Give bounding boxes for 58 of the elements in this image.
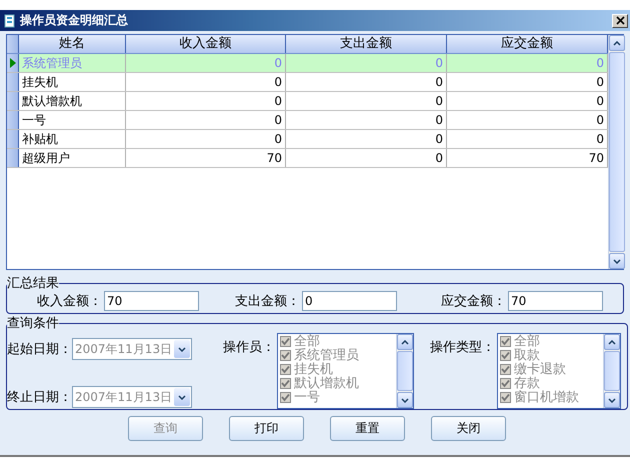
field-label: 支出金额：	[235, 292, 300, 310]
input-field[interactable]: 70	[104, 290, 199, 310]
close-button[interactable]	[612, 14, 628, 28]
table-cell: 补贴机	[19, 130, 126, 148]
group-title: 查询条件	[7, 315, 59, 332]
table-cell: 0	[286, 92, 447, 110]
dialog-button[interactable]: 打印	[229, 416, 304, 441]
scrollbar[interactable]	[396, 334, 413, 408]
field-label: 起始日期：	[7, 341, 72, 358]
field-label: 终止日期：	[7, 389, 72, 406]
caret-icon	[401, 398, 409, 402]
row-header[interactable]	[7, 73, 19, 91]
document-icon	[4, 14, 16, 28]
caret-icon	[613, 40, 621, 46]
scrollbar[interactable]	[603, 334, 620, 408]
caret-icon	[613, 258, 621, 264]
close-icon	[616, 16, 624, 25]
row-header[interactable]	[7, 54, 19, 72]
table-cell: 超级用户	[19, 149, 126, 167]
table-cell: 0	[126, 54, 286, 72]
table-cell: 0	[126, 92, 286, 110]
caret-icon	[178, 346, 186, 352]
table-cell: 70	[126, 149, 286, 167]
row-pointer-icon	[10, 58, 16, 68]
table-cell: 0	[126, 130, 286, 148]
column-header[interactable]: 收入金额	[126, 35, 286, 53]
column-header[interactable]: 支出金额	[286, 35, 447, 53]
scrollbar[interactable]	[608, 35, 625, 269]
table-cell: 0	[286, 54, 447, 72]
field-label: 操作类型：	[430, 339, 495, 357]
table-cell: 一号	[19, 111, 126, 129]
table-cell: 0	[286, 111, 447, 129]
input-field[interactable]: 0	[302, 290, 397, 310]
dialog-button[interactable]: 重置	[330, 416, 405, 441]
field-label: 收入金额：	[37, 292, 102, 310]
row-header[interactable]	[7, 130, 19, 148]
column-header[interactable]: 姓名	[19, 35, 126, 53]
input-field[interactable]: 70	[508, 290, 603, 310]
caret-icon	[608, 398, 616, 402]
row-header[interactable]	[7, 149, 19, 167]
caret-icon	[178, 394, 186, 400]
table-cell: 系统管理员	[19, 54, 126, 72]
field-label: 应交金额：	[441, 292, 506, 310]
caret-icon	[401, 340, 409, 344]
row-header[interactable]	[7, 92, 19, 110]
caret-icon	[608, 340, 616, 344]
row-header[interactable]	[7, 111, 19, 129]
table-cell: 0	[286, 130, 447, 148]
window-title: 操作员资金明细汇总	[20, 12, 129, 29]
dialog-button[interactable]: 关闭	[431, 416, 506, 441]
group-title: 汇总结果	[7, 275, 59, 292]
table-cell: 0	[286, 73, 447, 91]
table-cell: 默认增款机	[19, 92, 126, 110]
table-cell: 0	[286, 149, 447, 167]
table-cell: 0	[126, 73, 286, 91]
field-label: 操作员：	[223, 339, 275, 357]
table-cell: 0	[126, 111, 286, 129]
table-cell: 挂失机	[19, 73, 126, 91]
